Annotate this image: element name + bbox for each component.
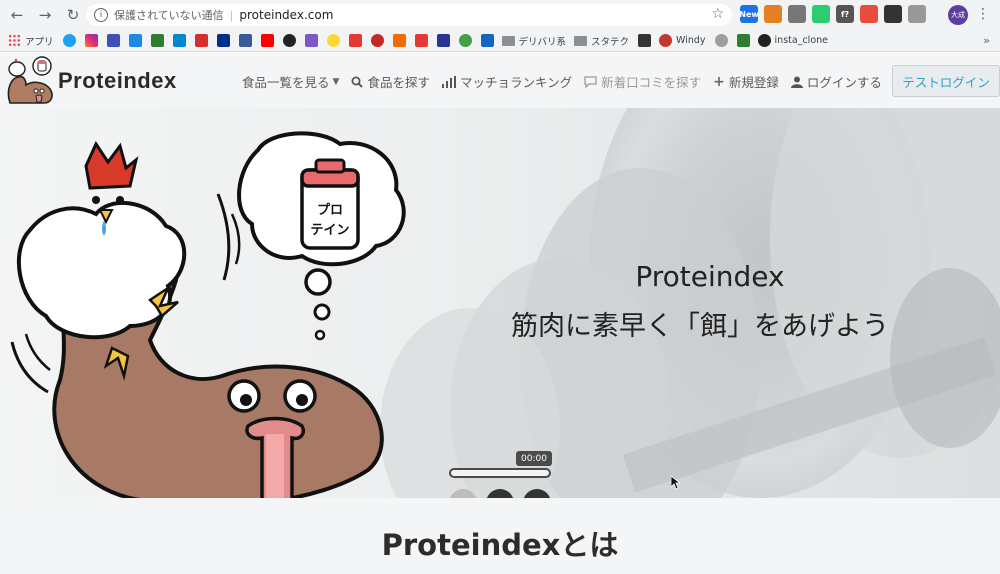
media-progress-bar[interactable] [449,468,551,478]
github-icon [757,34,771,47]
chicken-icon [16,200,187,340]
mouse-cursor-icon [671,476,681,490]
youtube-bookmark-icon[interactable] [260,34,274,47]
nav-label: 食品を探す [367,75,430,90]
bookmark-label: スタテク [591,36,630,48]
github-bookmark-icon[interactable] [282,34,296,47]
hero-subtitle: 筋肉に素早く「餌」をあげよう [511,311,889,342]
reload-button[interactable]: ↻ [62,4,84,26]
mascot-illustration: プロ テイン [10,131,406,516]
nav-search-food[interactable]: 食品を探す [351,72,430,91]
people-ext-icon[interactable] [860,5,878,23]
plus-icon: + [713,73,725,90]
bubble-text-line2: テイン [310,223,349,238]
caret-down-icon: ▼ [332,76,340,87]
facebook-bookmark-icon[interactable] [238,34,252,47]
cube-bookmark-icon[interactable] [392,34,406,47]
bookmarks-overflow-icon[interactable]: » [983,34,990,47]
nav-macho-ranking[interactable]: マッチョランキング [441,72,573,91]
twitter-bookmark-icon[interactable] [62,34,76,47]
hero-title: Proteindex [635,260,785,293]
nav-label: ログインする [806,75,882,90]
about-section: Proteindexとは [0,498,1000,574]
music-bookmark-icon[interactable] [348,34,362,47]
new-ext-icon[interactable]: New [739,5,759,23]
color-ext-icon[interactable] [812,5,830,23]
bookmarks-bar: アプリ デリバリ系 スタテク Windy insta_clone » [0,30,1000,52]
nav-food-list[interactable]: 食品一覧を見る ▼ [242,72,339,91]
logo-mascot-icon[interactable] [4,55,54,105]
nav-label: 食品一覧を見る [242,75,330,90]
edit-ext-icon[interactable] [908,5,926,23]
tp-bookmark-icon[interactable] [436,34,450,47]
u-bookmark-icon[interactable] [370,34,384,47]
screen-ext-icon[interactable] [884,5,902,23]
apps-grid-icon [8,34,21,47]
bookmark-folder-delivery[interactable]: デリバリ系 [501,34,567,48]
comment-icon [584,75,597,88]
green-bookmark-icon[interactable] [150,34,164,47]
function-ext-icon[interactable]: f? [836,5,854,23]
extensions-row: New f? [739,5,926,23]
pumpkin-ext-icon[interactable] [764,5,782,23]
windy-icon [659,34,673,47]
address-separator: | [229,8,234,22]
address-bar[interactable]: i 保護されていない通信 | proteindex.com ☆ [86,4,732,26]
media-timer: 00:00 [516,451,552,466]
browser-toolbar: ← → ↻ i 保護されていない通信 | proteindex.com ☆ Ne… [0,0,1000,30]
forward-button[interactable]: → [34,4,56,26]
nav-label: 新着口コミを探す [601,75,702,90]
paypal-bookmark-icon[interactable] [216,34,230,47]
nav-new-reviews[interactable]: 新着口コミを探す [584,72,701,91]
test-login-button[interactable]: テストログイン [892,65,1000,97]
bookmark-label: Windy [676,35,706,46]
bookmark-folder-statech[interactable]: スタテク [574,34,629,48]
main-nav: 食品一覧を見る ▼ 食品を探す マッチョランキング 新着口コミを探す + 新規登… [242,72,894,91]
site-logo-text[interactable]: Proteindex [58,68,177,94]
smile-bookmark-icon[interactable] [326,34,340,47]
insecure-label: 保護されていない通信 [114,9,224,22]
bookmark-label: アプリ [25,36,54,48]
bookmark-label: insta_clone [774,35,828,46]
profile-avatar[interactable]: 大成 [948,5,968,25]
url-text: proteindex.com [239,8,334,22]
bar-chart-icon [441,75,456,88]
rocket-bookmark-icon[interactable] [106,34,120,47]
sky-bookmark-icon[interactable] [172,34,186,47]
puzzle-ext-icon[interactable] [788,5,806,23]
bookmark-apps[interactable]: アプリ [8,34,54,48]
folder-icon [501,35,515,46]
nav-register[interactable]: + 新規登録 [713,72,779,91]
info-icon[interactable]: i [94,8,108,22]
site-header: Proteindex 食品一覧を見る ▼ 食品を探す マッチョランキング 新着口… [0,53,1000,108]
blue-bookmark-icon[interactable] [480,34,494,47]
chart-bookmark-icon[interactable] [458,34,472,47]
bookmark-insta-clone[interactable]: insta_clone [757,34,828,47]
cw-bookmark-icon[interactable] [128,34,142,47]
codepen-bookmark-icon[interactable] [638,34,652,47]
hk-bookmark-icon[interactable] [304,34,318,47]
bookmark-star-icon[interactable]: ☆ [711,6,724,22]
animal-bookmark-icon[interactable] [714,34,728,47]
folder-icon [574,35,588,46]
search-icon [351,76,364,88]
back-button[interactable]: ← [6,4,28,26]
calendar-bookmark-icon[interactable] [194,34,208,47]
browser-menu-icon[interactable]: ⋮ [976,6,990,22]
about-title: Proteindexとは [381,528,619,562]
user-icon [790,76,803,88]
bookmark-label: デリバリ系 [518,36,567,48]
square-bookmark-icon[interactable] [414,34,428,47]
bubble-text-line1: プロ [317,203,343,218]
image-bookmark-icon[interactable] [736,34,750,47]
nav-label: 新規登録 [728,75,779,90]
nav-login[interactable]: ログインする [790,72,882,91]
bookmark-windy[interactable]: Windy [659,34,706,47]
instagram-bookmark-icon[interactable] [84,34,98,47]
nav-label: マッチョランキング [459,75,573,90]
